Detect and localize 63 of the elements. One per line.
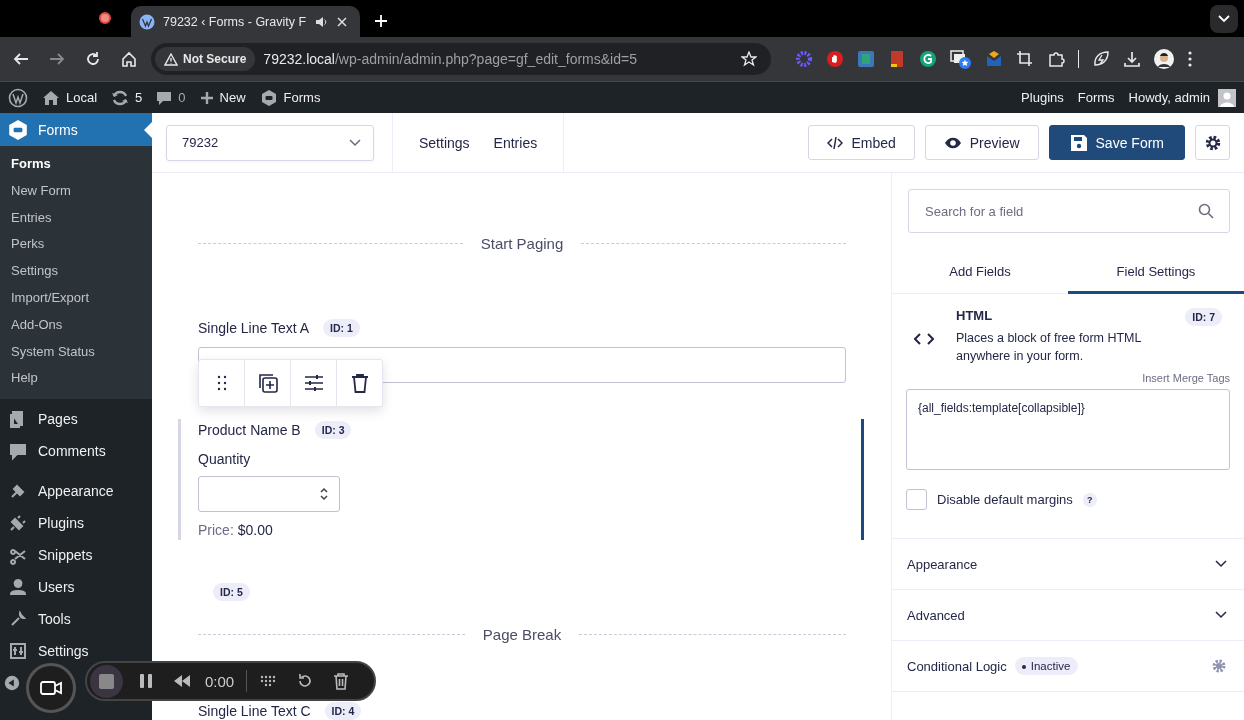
submenu-item[interactable]: Perks [0, 231, 152, 259]
field-id-badge: ID: 4 [324, 702, 362, 720]
header-link[interactable]: Settings [419, 134, 470, 151]
field-id-badge: ID: 7 [1185, 308, 1222, 326]
header-link[interactable]: Entries [493, 134, 538, 151]
accordion-section[interactable]: Appearance [892, 539, 1244, 590]
panel-tab[interactable]: Field Settings [1068, 253, 1244, 294]
submenu-item[interactable]: Import/Export [0, 285, 152, 312]
submenu-item[interactable]: New Form [0, 177, 152, 205]
field-type-name: HTML [956, 308, 994, 323]
preview-button[interactable]: Preview [924, 125, 1039, 160]
accordion-section[interactable]: Advanced [892, 590, 1244, 641]
embed-button[interactable]: Embed [808, 125, 915, 160]
section-title: Conditional Logic [907, 658, 1007, 674]
status-badge: Inactive [1014, 657, 1079, 675]
sidebar-menu-item[interactable]: Users [8, 577, 75, 598]
field-label: Single Line Text C [198, 703, 311, 719]
search-field[interactable]: Search for a field [908, 189, 1230, 233]
admin-bar-item[interactable]: Plugins [1021, 90, 1064, 105]
url-text: 79232.local/wp-admin/admin.php?page=gf_edit_forms&id=5 [263, 51, 637, 67]
field-id-badge: ID: 1 [323, 318, 360, 337]
sidebar-menu-item[interactable]: Appearance [8, 481, 114, 502]
sidebar-menu-item[interactable]: Tools [8, 609, 71, 630]
submenu-item[interactable]: Settings [0, 258, 152, 285]
sidebar-menu-item[interactable]: Forms [0, 113, 152, 146]
submenu-item[interactable]: Help [0, 365, 152, 393]
selected-field-frame[interactable]: Product Name B ID: 3 Quantity Price: $0.00 [178, 418, 864, 540]
submenu-item[interactable]: Add-Ons [0, 311, 152, 339]
sidebar-menu-item[interactable]: Plugins [8, 513, 84, 534]
checkbox-label: Disable default margins [937, 492, 1073, 507]
browser-tab[interactable]: 79232 ‹ Forms - Gravity F [131, 6, 361, 37]
field-label: Single Line Text A [198, 319, 310, 336]
merge-tags-link[interactable]: Insert Merge Tags [1142, 371, 1230, 385]
sidebar-menu-item[interactable]: Comments [8, 441, 106, 462]
panel-tab[interactable]: Add Fields [892, 253, 1068, 294]
sidebar-menu-item[interactable]: Snippets [8, 545, 93, 566]
sidebar-menu-item[interactable]: Pages [8, 409, 78, 430]
quantity-label: Quantity [198, 450, 251, 467]
admin-bar-item[interactable]: 0 [156, 89, 186, 106]
form-select[interactable]: 79232 [166, 124, 374, 161]
sidebar-menu-item[interactable]: Settings [8, 641, 89, 662]
submenu-item[interactable]: System Status [0, 338, 152, 366]
security-chip[interactable]: Not Secure [155, 47, 256, 71]
account-menu[interactable]: Howdy, admin [1128, 88, 1236, 107]
submenu-item[interactable]: Entries [0, 204, 152, 232]
admin-bar-item[interactable]: Forms [1077, 90, 1115, 105]
help-badge[interactable]: ? [1082, 492, 1097, 507]
field-type-description: Places a block of free form HTML anywhere in your form. [956, 330, 1143, 365]
field-label: Product Name B [198, 421, 301, 438]
page-divider-label: Page Break [482, 625, 562, 643]
admin-bar-item[interactable]: Local [42, 89, 98, 106]
save-button[interactable]: Save Form [1048, 125, 1185, 160]
field-id-badge: ID: 3 [314, 420, 352, 439]
price-text: Price: $0.00 [198, 521, 273, 538]
admin-bar-item[interactable]: New [199, 90, 246, 105]
admin-bar-item[interactable]: Forms [259, 88, 321, 107]
address-bar[interactable]: Not Secure 79232.local/wp-admin/admin.php?page=gf_edit_forms&id=5 [151, 43, 771, 75]
field-id-badge: ID: 5 [213, 582, 250, 601]
html-content-textarea[interactable]: {all_fields:template[collapsible]} [906, 389, 1230, 470]
recording-time: 0:00 [205, 672, 235, 690]
submenu-item[interactable]: Forms [0, 151, 152, 178]
admin-bar-item[interactable]: 5 [111, 89, 143, 106]
page-divider-label: Start Paging [480, 235, 564, 253]
